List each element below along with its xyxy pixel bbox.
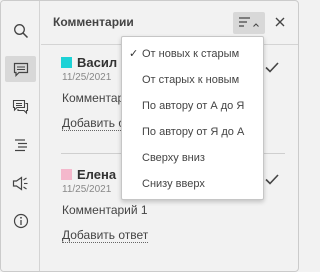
sort-option-oldest-first[interactable]: От старых к новым [122, 67, 263, 93]
navigation-icon [13, 138, 29, 152]
chat-icon [12, 99, 29, 115]
speaker-icon [12, 175, 29, 191]
search-icon [13, 23, 29, 39]
comment-date: 11/25/2021 [62, 184, 112, 195]
info-button[interactable] [5, 208, 36, 234]
comment-text: Комментарий 1 [62, 203, 148, 217]
left-toolbar [1, 1, 40, 271]
check-icon [265, 172, 279, 189]
menu-item-label: По автору от Я до А [142, 126, 245, 138]
author-color-swatch [61, 57, 72, 68]
resolve-button[interactable] [265, 60, 279, 78]
comment-author: Елена [77, 167, 117, 182]
menu-item-label: От старых к новым [142, 74, 240, 86]
comment-date: 11/25/2021 [62, 72, 112, 83]
check-icon [265, 60, 279, 77]
comment-text: Комментар [62, 91, 125, 105]
sort-option-newest-first[interactable]: ✓ От новых к старым [122, 41, 263, 67]
comments-icon [13, 62, 29, 77]
close-button[interactable] [269, 12, 291, 34]
comment-author: Васил [77, 55, 118, 70]
search-button[interactable] [5, 18, 36, 44]
sort-menu: ✓ От новых к старым От старых к новым По… [121, 36, 264, 200]
menu-item-label: Снизу вверх [142, 178, 205, 190]
sort-option-author-z-a[interactable]: По автору от Я до А [122, 119, 263, 145]
comments-window: Комментарии Васил 11/25/2021 Комментар Д… [0, 0, 299, 272]
navigation-button[interactable] [5, 132, 36, 158]
menu-item-label: По автору от А до Я [142, 100, 245, 112]
sort-option-top-down[interactable]: Сверху вниз [122, 145, 263, 171]
sort-icon [239, 14, 251, 32]
menu-item-label: Сверху вниз [142, 152, 205, 164]
close-icon [275, 14, 285, 32]
add-reply-link[interactable]: Добавить о [62, 116, 126, 131]
comments-button[interactable] [5, 56, 36, 82]
chat-button[interactable] [5, 94, 36, 120]
sort-option-bottom-up[interactable]: Снизу вверх [122, 171, 263, 197]
author-color-swatch [61, 169, 72, 180]
chevron-up-icon [253, 14, 259, 32]
resolve-button[interactable] [265, 172, 279, 190]
panel-title: Комментарии [53, 15, 134, 29]
sort-button[interactable] [233, 12, 265, 34]
speaker-button[interactable] [5, 170, 36, 196]
add-reply-link[interactable]: Добавить ответ [62, 228, 149, 243]
sort-option-author-a-z[interactable]: По автору от А до Я [122, 93, 263, 119]
checkmark-icon: ✓ [129, 48, 139, 60]
info-icon [13, 213, 29, 229]
menu-item-label: От новых к старым [142, 48, 240, 60]
